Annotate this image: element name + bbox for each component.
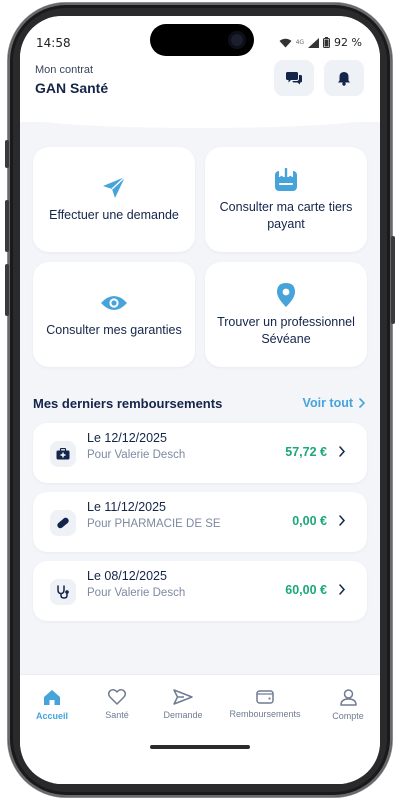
status-time: 14:58 [36, 36, 71, 50]
action-tile-guarantees[interactable]: Consulter mes garanties [33, 262, 195, 367]
medical-kit-icon [50, 441, 76, 467]
tab-label: Demande [163, 710, 203, 720]
signal-icon [308, 37, 320, 48]
action-tile-find-professional[interactable]: Trouver un professionnel Sévéane [205, 262, 367, 367]
action-tile-card[interactable]: Consulter ma carte tiers payant [205, 147, 367, 252]
front-camera [228, 31, 246, 49]
eye-icon [100, 290, 128, 316]
wallet-icon [256, 690, 274, 704]
reimbursement-date: Le 08/12/2025 [87, 569, 167, 583]
stethoscope-icon [50, 579, 76, 605]
tab-label: Santé [105, 710, 129, 720]
reimbursement-item[interactable]: Le 11/12/2025 Pour PHARMACIE DE SE 0,00 … [33, 492, 367, 552]
reimbursement-beneficiary: Pour Valerie Desch [87, 587, 186, 599]
reimbursement-amount: 0,00 € [292, 514, 327, 528]
volume-up-button [5, 200, 9, 252]
chevron-right-icon [339, 446, 345, 457]
dynamic-island [150, 24, 254, 56]
bell-icon [338, 71, 350, 86]
see-all-link[interactable]: Voir tout [303, 396, 365, 410]
reimbursement-amount: 57,72 € [285, 445, 327, 459]
location-pin-icon [276, 282, 296, 308]
chat-bubbles-icon [286, 72, 302, 85]
tab-label: Remboursements [229, 709, 301, 719]
header-curve [20, 116, 380, 128]
bottom-tab-bar: Accueil Santé Demande Remboursements Com… [20, 674, 380, 784]
status-indicators: 4G 92 % [279, 36, 362, 49]
contract-name: GAN Santé [35, 80, 109, 96]
action-tile-request[interactable]: Effectuer une demande [33, 147, 195, 252]
reimbursement-amount: 60,00 € [285, 583, 327, 597]
tab-health[interactable]: Santé [81, 689, 153, 720]
tab-home[interactable]: Accueil [20, 689, 88, 721]
battery-icon [323, 37, 331, 48]
reimbursement-item[interactable]: Le 08/12/2025 Pour Valerie Desch 60,00 € [33, 561, 367, 621]
tab-request[interactable]: Demande [147, 689, 219, 720]
action-tile-label: Consulter ma carte tiers payant [219, 199, 353, 231]
app-header: Mon contrat GAN Santé [20, 60, 380, 122]
see-all-label: Voir tout [302, 396, 353, 410]
home-icon [44, 690, 60, 705]
chat-button[interactable] [274, 60, 314, 96]
tab-label: Compte [332, 711, 364, 721]
battery-percentage: 92 % [334, 36, 362, 49]
tab-reimbursements[interactable]: Remboursements [229, 689, 301, 719]
reimbursements-title: Mes derniers remboursements [33, 396, 223, 411]
user-icon [339, 689, 357, 706]
heart-icon [108, 689, 126, 705]
action-tile-label: Trouver un professionnel Sévéane [217, 314, 355, 346]
wifi-icon [279, 38, 292, 47]
volume-down-button [5, 264, 9, 316]
notifications-button[interactable] [324, 60, 364, 96]
download-card-icon [274, 167, 298, 193]
silent-switch [5, 140, 9, 168]
action-tile-label: Consulter mes garanties [46, 323, 182, 337]
chevron-right-icon [359, 398, 365, 408]
tab-label: Accueil [35, 711, 68, 721]
send-icon [173, 689, 193, 705]
reimbursement-date: Le 12/12/2025 [87, 431, 167, 445]
paper-plane-icon [101, 175, 127, 201]
chevron-right-icon [339, 515, 345, 526]
action-tile-label: Effectuer une demande [49, 208, 179, 222]
tab-account[interactable]: Compte [312, 689, 380, 721]
reimbursement-beneficiary: Pour Valerie Desch [87, 449, 186, 461]
contract-label: Mon contrat [35, 64, 94, 76]
power-button [391, 236, 395, 324]
chevron-right-icon [339, 584, 345, 595]
reimbursement-item[interactable]: Le 12/12/2025 Pour Valerie Desch 57,72 € [33, 423, 367, 483]
home-indicator[interactable] [150, 745, 250, 749]
network-label: 4G [295, 39, 305, 46]
status-bar: 14:58 4G 92 % [20, 16, 380, 60]
reimbursement-beneficiary: Pour PHARMACIE DE SE [87, 518, 221, 530]
app-screen: 14:58 4G 92 % Mon contrat GAN Santé Effe… [20, 16, 380, 784]
pill-icon [50, 510, 76, 536]
reimbursement-date: Le 11/12/2025 [87, 500, 167, 514]
